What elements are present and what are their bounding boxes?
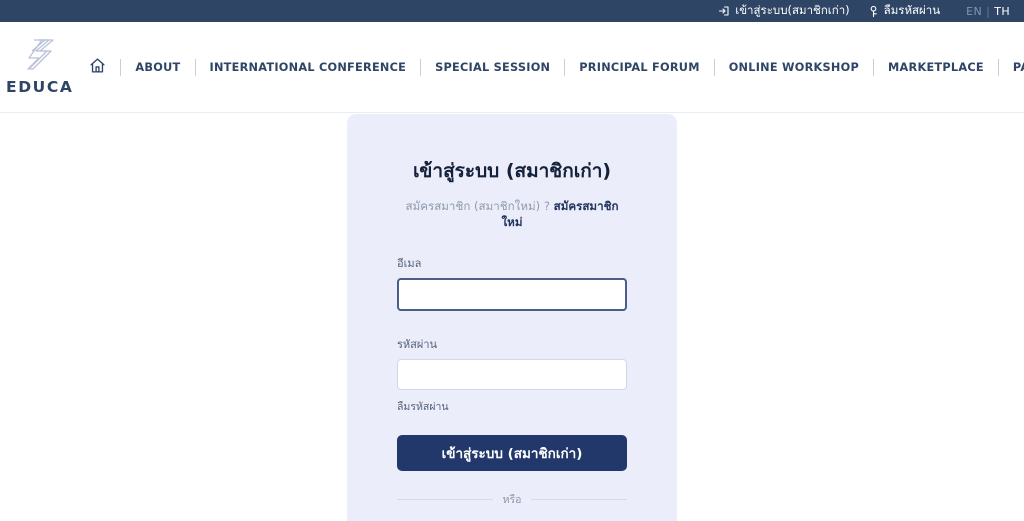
- password-input[interactable]: [397, 359, 627, 391]
- lang-option-en[interactable]: EN: [966, 5, 986, 18]
- site-header: EDUCA ABOUT INTERNATIONAL CONFERENCE SPE…: [0, 22, 1024, 113]
- nav-item-international-conference[interactable]: INTERNATIONAL CONFERENCE: [196, 61, 421, 74]
- or-divider: หรือ: [397, 491, 627, 508]
- topbar-login-label: เข้าสู่ระบบ(สมาชิกเก่า): [735, 3, 850, 18]
- home-icon: [89, 57, 106, 78]
- nav-item-partners[interactable]: PARTNERS: [999, 61, 1024, 74]
- login-card: เข้าสู่ระบบ (สมาชิกเก่า) สมัครสมาชิก (สม…: [347, 114, 677, 521]
- nav-item-principal-forum[interactable]: PRINCIPAL FORUM: [565, 61, 713, 74]
- nav-item-online-workshop[interactable]: ONLINE WORKSHOP: [715, 61, 873, 74]
- login-submit-button[interactable]: เข้าสู่ระบบ (สมาชิกเก่า): [397, 435, 627, 472]
- main-navigation: ABOUT INTERNATIONAL CONFERENCE SPECIAL S…: [85, 57, 1024, 78]
- login-card-title: เข้าสู่ระบบ (สมาชิกเก่า): [412, 160, 612, 182]
- educa-logo-text: EDUCA: [6, 78, 74, 96]
- divider-line-right: [531, 499, 627, 501]
- topbar-login-link[interactable]: เข้าสู่ระบบ(สมาชิกเก่า): [718, 3, 850, 18]
- nav-item-special-session[interactable]: SPECIAL SESSION: [421, 61, 564, 74]
- divider-label: หรือ: [502, 494, 522, 507]
- divider-line-left: [397, 499, 493, 501]
- topbar-forgot-password-link[interactable]: ลืมรหัสผ่าน: [868, 5, 940, 18]
- language-switcher[interactable]: EN | TH: [966, 5, 1010, 18]
- email-input[interactable]: [397, 278, 627, 312]
- educa-logo[interactable]: EDUCA: [0, 38, 73, 96]
- lang-option-th[interactable]: TH: [990, 5, 1010, 18]
- page-body: เข้าสู่ระบบ (สมาชิกเก่า) สมัครสมาชิก (สม…: [0, 113, 1024, 521]
- top-utility-bar: เข้าสู่ระบบ(สมาชิกเก่า) ลืมรหัสผ่าน EN |…: [0, 0, 1024, 22]
- topbar-forgot-label: ลืมรหัสผ่าน: [883, 3, 941, 18]
- login-card-subtitle: สมัครสมาชิก (สมาชิกใหม่) ? สมัครสมาชิกให…: [397, 198, 627, 230]
- password-label: รหัสผ่าน: [397, 338, 438, 352]
- email-label: อีเมล: [397, 257, 422, 271]
- key-icon: [868, 5, 879, 18]
- nav-item-marketplace[interactable]: MARKETPLACE: [874, 61, 998, 74]
- educa-logo-mark-icon: [22, 38, 58, 76]
- nav-item-about[interactable]: ABOUT: [121, 61, 194, 74]
- signup-prompt-text: สมัครสมาชิก (สมาชิกใหม่) ?: [405, 198, 550, 213]
- login-arrow-icon: [718, 5, 730, 17]
- nav-home-button[interactable]: [85, 57, 120, 78]
- forgot-password-link[interactable]: ลืมรหัสผ่าน: [397, 398, 449, 415]
